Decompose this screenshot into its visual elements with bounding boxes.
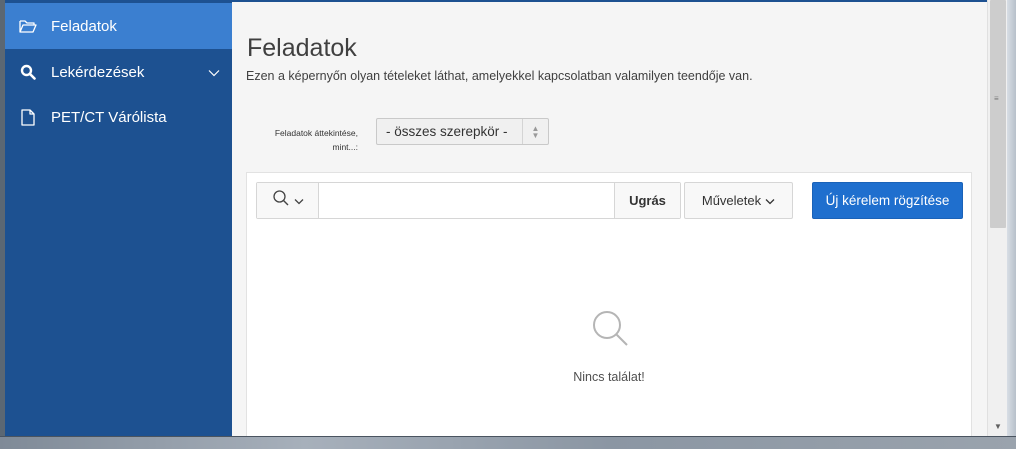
go-button[interactable]: Ugrás [614, 183, 680, 218]
search-icon [19, 63, 37, 81]
window-bottom-frame [0, 436, 1016, 449]
main-content: Feladatok Ezen a képernyőn olyan tételek… [232, 0, 987, 449]
scroll-thumb[interactable]: ≡ [990, 0, 1006, 228]
sidebar-item-label: PET/CT Várólista [51, 108, 167, 126]
new-request-button[interactable]: Új kérelem rögzítése [812, 182, 963, 219]
no-results-search-icon [591, 309, 631, 349]
select-arrows-icon: ▲ ▼ [522, 119, 548, 144]
scroll-down-icon[interactable]: ▼ [988, 418, 1008, 434]
role-select-value: - összes szerepkör - [386, 124, 508, 139]
sidebar-item-label: Lekérdezések [51, 63, 145, 81]
filter-label: Feladatok áttekintése, mint...: [252, 126, 358, 154]
grip-icon: ≡ [994, 94, 999, 103]
page-title: Feladatok [247, 34, 357, 62]
search-bar: Ugrás [256, 182, 681, 219]
chevron-down-icon[interactable] [208, 64, 220, 81]
chevron-down-icon [294, 192, 304, 210]
sidebar: Feladatok Lekérdezések PET/CT Várólista [5, 0, 232, 436]
actions-menu-button[interactable]: Műveletek [684, 182, 793, 219]
page-subtitle: Ezen a képernyőn olyan tételeket láthat,… [246, 69, 753, 83]
sidebar-item-pet-ct[interactable]: PET/CT Várólista [5, 94, 232, 140]
sidebar-item-feladatok[interactable]: Feladatok [5, 3, 232, 49]
filter-label-line2: mint...: [332, 142, 358, 152]
sidebar-item-label: Feladatok [51, 17, 117, 35]
app-window: Feladatok Lekérdezések PET/CT Várólista … [0, 0, 1016, 449]
search-icon [272, 189, 290, 212]
window-right-frame [1007, 0, 1016, 436]
chevron-down-icon [765, 193, 775, 208]
search-input[interactable] [320, 183, 614, 218]
filter-label-line1: Feladatok áttekintése, [274, 128, 358, 138]
search-column-selector[interactable] [257, 183, 319, 218]
folder-open-icon [19, 17, 37, 35]
actions-label: Műveletek [701, 193, 762, 208]
document-icon [19, 108, 37, 126]
vertical-scrollbar[interactable]: ≡ ▼ [987, 0, 1007, 436]
empty-message: Nincs találat! [573, 370, 645, 384]
sidebar-item-lekerdezesek[interactable]: Lekérdezések [5, 49, 232, 95]
report-panel: Ugrás Műveletek Új kérelem rögzítése Nin… [246, 172, 972, 449]
role-select[interactable]: - összes szerepkör - ▲ ▼ [376, 118, 549, 145]
